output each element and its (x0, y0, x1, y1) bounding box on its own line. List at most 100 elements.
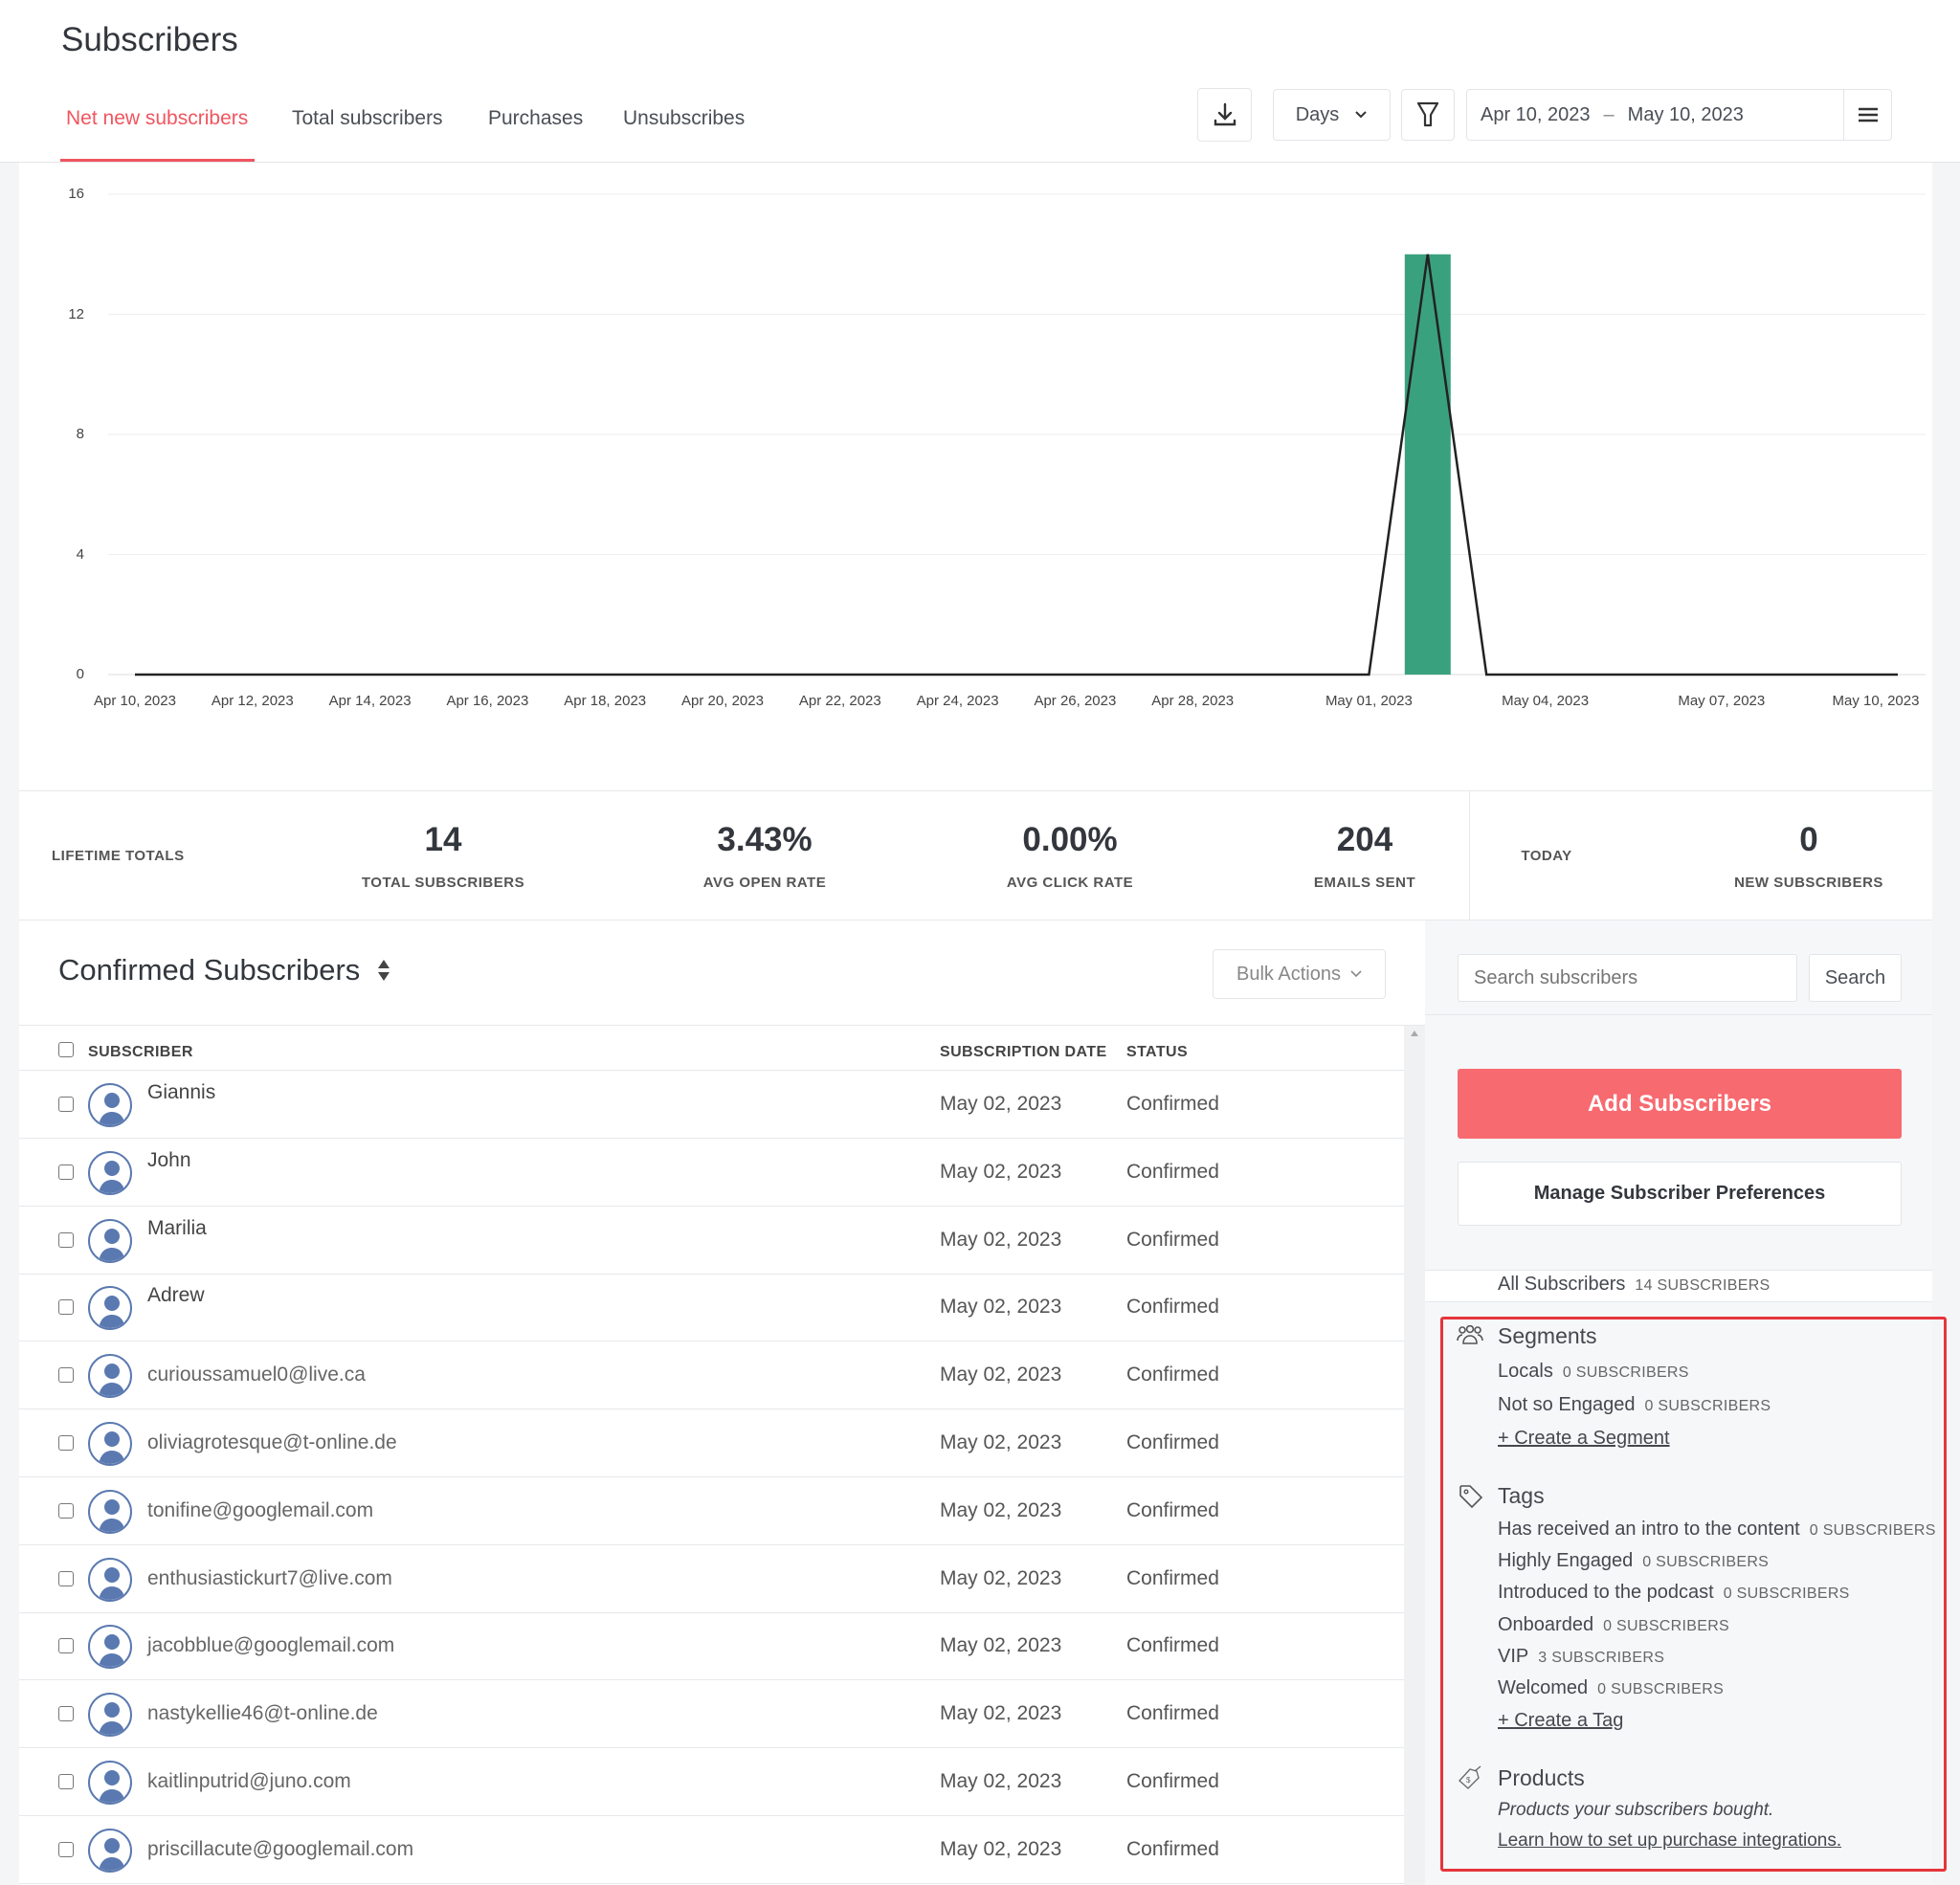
stat-today-label: NEW SUBSCRIBERS (1734, 875, 1883, 891)
table-row[interactable]: jacobblue@googlemail.com May 02, 2023 Co… (19, 1612, 1404, 1681)
table-row[interactable]: curioussamuel0@live.ca May 02, 2023 Conf… (19, 1342, 1404, 1410)
stats-divider (1469, 791, 1470, 920)
bulk-actions-dropdown[interactable]: Bulk Actions (1213, 949, 1386, 999)
avatar-icon (88, 1083, 132, 1127)
table-row[interactable]: nastykellie46@t-online.de May 02, 2023 C… (19, 1680, 1404, 1749)
row-checkbox[interactable] (58, 1164, 74, 1180)
subscriber-status: Confirmed (1126, 1431, 1219, 1453)
add-subscribers-button[interactable]: Add Subscribers (1458, 1069, 1902, 1139)
table-row[interactable]: Marilia May 02, 2023 Confirmed (19, 1207, 1404, 1275)
sort-icon[interactable] (377, 959, 390, 982)
tag-item[interactable]: Welcomed 0 SUBSCRIBERS (1498, 1677, 1724, 1699)
tab-unsubscribes[interactable]: Unsubscribes (623, 107, 745, 130)
row-checkbox[interactable] (58, 1706, 74, 1722)
list-title: Confirmed Subscribers (58, 953, 361, 987)
hamburger-icon (1859, 107, 1878, 122)
row-checkbox[interactable] (58, 1570, 74, 1586)
bar (1404, 254, 1451, 675)
subscriber-name[interactable]: kaitlinputrid@juno.com (147, 1770, 351, 1793)
series-line (135, 254, 1898, 676)
column-header-date[interactable]: SUBSCRIPTION DATE (940, 1044, 1107, 1061)
stat-total-subscribers-label: TOTAL SUBSCRIBERS (361, 875, 525, 891)
column-header-subscriber[interactable]: SUBSCRIBER (88, 1044, 193, 1061)
subscriber-name[interactable]: nastykellie46@t-online.de (147, 1702, 378, 1725)
subscriber-name[interactable]: oliviagrotesque@t-online.de (147, 1431, 397, 1454)
subscriber-name[interactable]: enthusiastickurt7@live.com (147, 1567, 392, 1590)
table-row[interactable]: tonifine@googlemail.com May 02, 2023 Con… (19, 1477, 1404, 1545)
y-tick-label: 0 (76, 666, 84, 682)
column-header-status[interactable]: STATUS (1126, 1044, 1188, 1061)
table-row[interactable]: John May 02, 2023 Confirmed (19, 1139, 1404, 1207)
subscriber-name[interactable]: Marilia (147, 1217, 207, 1240)
subscriber-name[interactable]: John (147, 1149, 191, 1172)
tags-title: Tags (1498, 1483, 1545, 1508)
scroll-up-icon[interactable] (1404, 1026, 1425, 1041)
table-row[interactable]: oliviagrotesque@t-online.de May 02, 2023… (19, 1409, 1404, 1477)
table-row[interactable]: Giannis May 02, 2023 Confirmed (19, 1071, 1404, 1139)
row-checkbox[interactable] (58, 1841, 74, 1857)
row-checkbox[interactable] (58, 1097, 74, 1112)
segments-icon (1457, 1325, 1483, 1344)
x-tick-label: May 01, 2023 (1325, 693, 1413, 709)
table-row[interactable]: Adrew May 02, 2023 Confirmed (19, 1274, 1404, 1342)
x-tick-label: May 07, 2023 (1678, 693, 1766, 709)
tab-purchases[interactable]: Purchases (488, 107, 583, 130)
subscriber-status: Confirmed (1126, 1702, 1219, 1725)
select-all-checkbox[interactable] (58, 1042, 74, 1057)
all-subscribers-item[interactable]: All Subscribers 14 SUBSCRIBERS (1498, 1274, 1771, 1296)
y-tick-label: 16 (68, 186, 84, 202)
tab-total-subscribers[interactable]: Total subscribers (292, 107, 443, 130)
search-button[interactable]: Search (1809, 954, 1902, 1002)
all-subscribers-count: 14 SUBSCRIBERS (1635, 1277, 1771, 1294)
subscriber-name[interactable]: Giannis (147, 1081, 215, 1104)
tag-item[interactable]: Has received an intro to the content 0 SU… (1498, 1519, 1936, 1541)
download-button[interactable] (1197, 88, 1252, 142)
segment-count: 0 SUBSCRIBERS (1644, 1398, 1771, 1414)
x-tick-label: Apr 26, 2023 (1034, 693, 1117, 709)
subscriber-name[interactable]: tonifine@googlemail.com (147, 1499, 373, 1522)
purchase-integrations-link[interactable]: Learn how to set up purchase integration… (1498, 1830, 1841, 1852)
subscriber-name[interactable]: jacobblue@googlemail.com (147, 1634, 394, 1657)
row-checkbox[interactable] (58, 1299, 74, 1316)
tag-item[interactable]: Introduced to the podcast 0 SUBSCRIBERS (1498, 1582, 1850, 1604)
row-checkbox[interactable] (58, 1502, 74, 1519)
row-checkbox[interactable] (58, 1638, 74, 1654)
tag-item[interactable]: VIP 3 SUBSCRIBERS (1498, 1646, 1664, 1668)
table-row[interactable]: kaitlinputrid@juno.com May 02, 2023 Conf… (19, 1748, 1404, 1816)
tag-item[interactable]: Highly Engaged 0 SUBSCRIBERS (1498, 1550, 1769, 1572)
table-row[interactable]: enthusiastickurt7@live.com May 02, 2023 … (19, 1545, 1404, 1613)
x-tick-label: May 10, 2023 (1832, 693, 1920, 709)
date-range-picker[interactable]: Apr 10, 2023 – May 10, 2023 (1466, 89, 1892, 141)
subscriber-name[interactable]: priscillacute@googlemail.com (147, 1838, 413, 1861)
x-tick-label: Apr 28, 2023 (1151, 693, 1235, 709)
x-tick-label: Apr 22, 2023 (798, 693, 881, 709)
create-segment-link[interactable]: + Create a Segment (1498, 1428, 1670, 1450)
menu-button[interactable] (1843, 90, 1892, 140)
filter-button[interactable] (1401, 89, 1455, 141)
subscriber-name[interactable]: Adrew (147, 1284, 205, 1307)
create-tag-link[interactable]: + Create a Tag (1498, 1710, 1623, 1732)
subscriber-status: Confirmed (1126, 1364, 1219, 1386)
row-checkbox[interactable] (58, 1367, 74, 1384)
tab-net-new-subscribers[interactable]: Net new subscribers (66, 107, 248, 130)
search-input[interactable] (1458, 954, 1797, 1002)
row-checkbox[interactable] (58, 1231, 74, 1248)
segment-item[interactable]: Not so Engaged 0 SUBSCRIBERS (1498, 1394, 1771, 1416)
row-checkbox[interactable] (58, 1435, 74, 1451)
manage-preferences-button[interactable]: Manage Subscriber Preferences (1458, 1162, 1902, 1226)
x-tick-label: Apr 16, 2023 (446, 693, 529, 709)
subscriber-name[interactable]: curioussamuel0@live.ca (147, 1364, 366, 1386)
page-title: Subscribers (61, 21, 238, 58)
y-tick-label: 8 (76, 426, 84, 442)
avatar-icon (88, 1557, 132, 1602)
interval-select[interactable]: Days (1273, 89, 1391, 141)
subscriber-status: Confirmed (1126, 1228, 1219, 1251)
table-row[interactable]: priscillacute@googlemail.com May 02, 202… (19, 1816, 1404, 1884)
x-tick-label: Apr 24, 2023 (916, 693, 999, 709)
tag-item[interactable]: Onboarded 0 SUBSCRIBERS (1498, 1614, 1729, 1636)
row-checkbox[interactable] (58, 1774, 74, 1789)
avatar-icon (88, 1150, 132, 1195)
table-scrollbar[interactable] (1404, 1026, 1425, 1885)
products-title: Products (1498, 1765, 1585, 1790)
segment-item[interactable]: Locals 0 SUBSCRIBERS (1498, 1361, 1689, 1383)
